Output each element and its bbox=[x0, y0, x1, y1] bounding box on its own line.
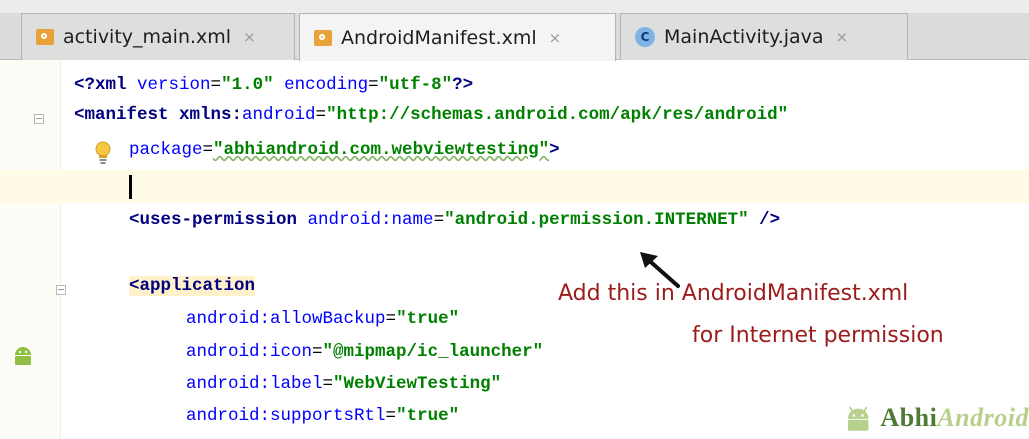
xmlns-android: android bbox=[242, 105, 316, 125]
tab-activity-main-xml[interactable]: activity_main.xml × bbox=[21, 13, 295, 60]
manifest-tag: <manifest bbox=[74, 105, 169, 125]
icon-attr: icon bbox=[270, 342, 313, 362]
android-icon[interactable] bbox=[12, 344, 34, 366]
equals: = bbox=[312, 342, 323, 362]
close-tab-icon[interactable]: × bbox=[549, 29, 562, 47]
android-namespace: android: bbox=[186, 374, 271, 394]
internet-permission-value: "android.permission.INTERNET" bbox=[444, 210, 749, 230]
tab-label: activity_main.xml bbox=[63, 26, 232, 48]
prolog-value-encoding: "utf-8" bbox=[378, 75, 453, 95]
tab-bar-top-strip bbox=[0, 0, 1029, 13]
equals: = bbox=[385, 309, 397, 329]
fold-collapse-icon[interactable] bbox=[34, 114, 44, 124]
code-line-2: <manifest xmlns:android="http://schemas.… bbox=[74, 105, 788, 138]
code-line-3: package="abhiandroid.com.webviewtesting"… bbox=[129, 140, 560, 173]
code-line-7: <application bbox=[129, 276, 256, 309]
uses-permission-tag: <uses-permission bbox=[129, 210, 298, 230]
code-line-1: <?xml version="1.0" encoding="utf-8"?> bbox=[74, 75, 473, 108]
supports-rtl-value: "true" bbox=[396, 406, 460, 426]
xml-file-icon bbox=[36, 29, 54, 45]
close-tab-icon[interactable]: × bbox=[836, 28, 849, 46]
annotation-text-line-1: Add this in AndroidManifest.xml bbox=[558, 281, 909, 306]
icon-value: "@mipmap/ic_launcher" bbox=[322, 342, 544, 362]
package-attr: package bbox=[129, 140, 203, 160]
label-attr: label bbox=[270, 374, 323, 394]
tab-main-activity-java[interactable]: C MainActivity.java × bbox=[620, 13, 908, 60]
label-value: "WebViewTesting" bbox=[333, 374, 502, 394]
android-namespace: android: bbox=[186, 406, 271, 426]
package-value: "abhiandroid.com.webviewtesting" bbox=[213, 140, 550, 160]
equals: = bbox=[433, 210, 445, 230]
code-line-9: android:icon="@mipmap/ic_launcher" bbox=[186, 342, 543, 375]
prolog-attr-encoding: encoding bbox=[273, 75, 369, 95]
lightbulb-icon[interactable] bbox=[94, 141, 112, 165]
code-line-10: android:label="WebViewTesting" bbox=[186, 374, 501, 407]
prolog-value-version: "1.0" bbox=[221, 75, 274, 95]
abhiandroid-logo-icon bbox=[847, 406, 869, 431]
name-attr: name bbox=[391, 210, 434, 230]
xml-prolog-close: ?> bbox=[452, 75, 474, 95]
annotation-text-line-2: for Internet permission bbox=[692, 323, 944, 348]
code-line-11: android:supportsRtl="true" bbox=[186, 406, 459, 439]
equals: = bbox=[210, 75, 222, 95]
tab-label: AndroidManifest.xml bbox=[341, 26, 537, 49]
equals: = bbox=[385, 406, 397, 426]
tag-close: > bbox=[549, 140, 560, 160]
application-tag: <application bbox=[129, 276, 256, 296]
code-line-8: android:allowBackup="true" bbox=[186, 309, 459, 342]
close-tab-icon[interactable]: × bbox=[243, 28, 256, 46]
tab-android-manifest-xml[interactable]: AndroidManifest.xml × bbox=[299, 13, 616, 61]
java-class-icon: C bbox=[635, 27, 655, 47]
equals: = bbox=[202, 140, 214, 160]
watermark-text-dark: Abhi bbox=[880, 403, 938, 432]
android-namespace: android: bbox=[186, 342, 271, 362]
schema-url-value: "http://schemas.android.com/apk/res/andr… bbox=[326, 105, 789, 125]
android-namespace: android: bbox=[297, 210, 392, 230]
gutter-divider bbox=[60, 60, 61, 439]
editor-tab-bar: activity_main.xml × AndroidManifest.xml … bbox=[0, 0, 1029, 61]
current-line-highlight bbox=[0, 170, 1029, 203]
allow-backup-value: "true" bbox=[396, 309, 460, 329]
watermark-text-light: Android bbox=[937, 403, 1029, 432]
text-cursor bbox=[129, 175, 132, 199]
editor-gutter bbox=[0, 60, 60, 439]
xml-file-icon bbox=[314, 29, 332, 46]
xml-prolog-open: <? bbox=[74, 75, 96, 95]
xml-prolog-name: xml bbox=[95, 75, 127, 95]
android-namespace: android: bbox=[186, 309, 271, 329]
allow-backup-attr: allowBackup bbox=[270, 309, 386, 329]
supports-rtl-attr: supportsRtl bbox=[270, 406, 386, 426]
tag-self-close: /> bbox=[748, 210, 781, 230]
abhiandroid-watermark: AbhiAndroid bbox=[842, 397, 1029, 439]
code-line-5: <uses-permission android:name="android.p… bbox=[129, 210, 780, 243]
tab-label: MainActivity.java bbox=[664, 26, 824, 48]
fold-collapse-icon[interactable] bbox=[56, 285, 66, 295]
equals: = bbox=[315, 105, 327, 125]
equals: = bbox=[322, 374, 334, 394]
prolog-attr-version: version bbox=[126, 75, 211, 95]
equals: = bbox=[368, 75, 379, 95]
xmlns-prefix: xmlns: bbox=[168, 105, 243, 125]
